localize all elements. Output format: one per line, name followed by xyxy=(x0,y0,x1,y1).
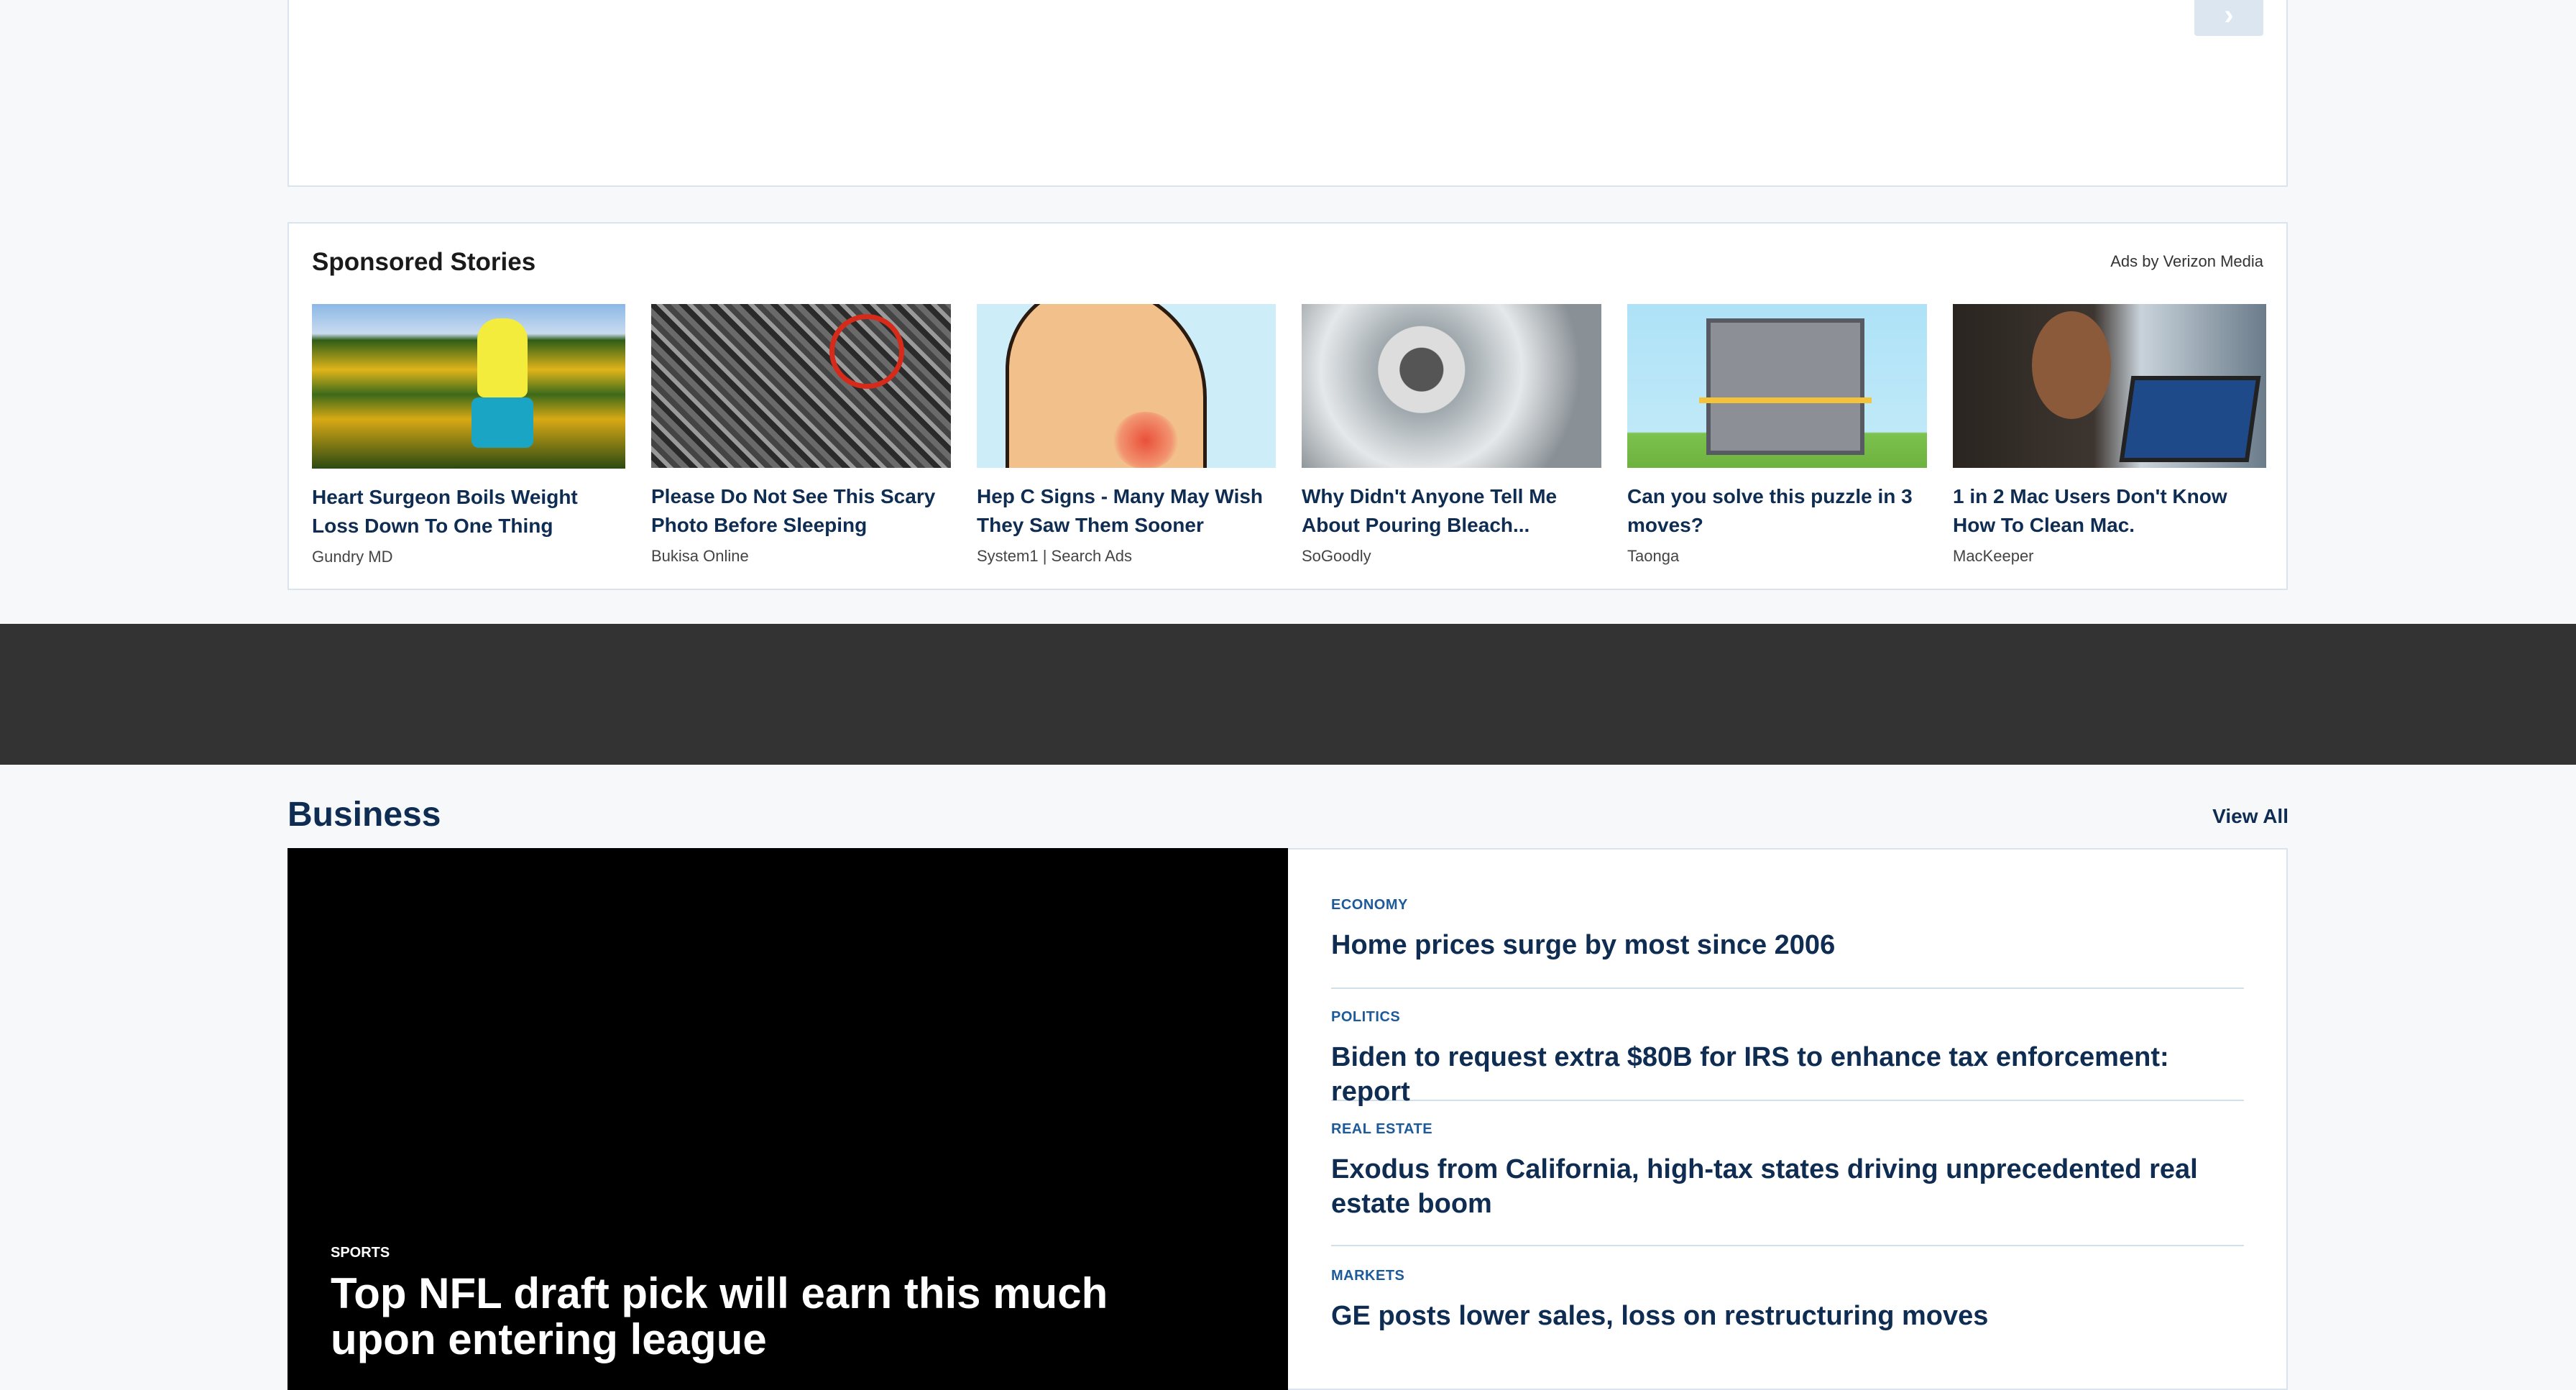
carousel-next-button[interactable]: › xyxy=(2194,0,2263,36)
article-item[interactable]: ECONOMY Home prices surge by most since … xyxy=(1331,897,2244,989)
sponsored-story[interactable]: 1 in 2 Mac Users Don't Know How To Clean… xyxy=(1953,304,2266,566)
sponsored-title: Sponsored Stories xyxy=(312,248,536,276)
story-title[interactable]: Why Didn't Anyone Tell Me About Pouring … xyxy=(1302,482,1601,540)
ads-by-label[interactable]: Ads by Verizon Media xyxy=(2110,252,2263,271)
sponsored-stories: Sponsored Stories Ads by Verizon Media H… xyxy=(288,222,2288,590)
story-image[interactable] xyxy=(977,304,1276,468)
article-title[interactable]: GE posts lower sales, loss on restructur… xyxy=(1331,1299,2244,1333)
sponsored-story[interactable]: Please Do Not See This Scary Photo Befor… xyxy=(651,304,951,566)
sponsored-story[interactable]: Heart Surgeon Boils Weight Loss Down To … xyxy=(312,304,625,566)
article-title[interactable]: Exodus from California, high-tax states … xyxy=(1331,1152,2244,1221)
story-title[interactable]: Please Do Not See This Scary Photo Befor… xyxy=(651,482,951,540)
story-source: SoGoodly xyxy=(1302,547,1371,565)
article-title[interactable]: Biden to request extra $80B for IRS to e… xyxy=(1331,1040,2244,1109)
view-all-link[interactable]: View All xyxy=(2212,805,2288,828)
video-category[interactable]: SPORTS xyxy=(331,1245,390,1261)
sponsored-story[interactable]: Why Didn't Anyone Tell Me About Pouring … xyxy=(1302,304,1601,566)
story-image[interactable] xyxy=(651,304,951,468)
video-title[interactable]: Top NFL draft pick will earn this much u… xyxy=(331,1271,1193,1363)
article-item[interactable]: MARKETS GE posts lower sales, loss on re… xyxy=(1331,1268,2244,1360)
story-title[interactable]: 1 in 2 Mac Users Don't Know How To Clean… xyxy=(1953,482,2266,540)
story-image[interactable] xyxy=(1302,304,1601,468)
section-title-business[interactable]: Business xyxy=(288,795,441,834)
article-category[interactable]: ECONOMY xyxy=(1331,897,2244,913)
ad-banner-band xyxy=(0,624,2576,765)
story-source: Gundry MD xyxy=(312,548,393,566)
story-source: System1 | Search Ads xyxy=(977,547,1133,565)
story-source: Taonga xyxy=(1627,547,1680,565)
article-item[interactable]: REAL ESTATE Exodus from California, high… xyxy=(1331,1121,2244,1246)
story-title[interactable]: Heart Surgeon Boils Weight Loss Down To … xyxy=(312,483,625,540)
chevron-right-icon: › xyxy=(2224,0,2234,31)
story-image[interactable] xyxy=(312,304,625,469)
business-article-list: ECONOMY Home prices surge by most since … xyxy=(1288,848,2288,1390)
sponsored-story[interactable]: Can you solve this puzzle in 3 moves? Ta… xyxy=(1627,304,1927,566)
story-title[interactable]: Hep C Signs - Many May Wish They Saw The… xyxy=(977,482,1276,540)
article-category[interactable]: MARKETS xyxy=(1331,1268,2244,1284)
sponsored-story[interactable]: Hep C Signs - Many May Wish They Saw The… xyxy=(977,304,1276,566)
article-category[interactable]: REAL ESTATE xyxy=(1331,1121,2244,1138)
top-carousel-card: › xyxy=(288,0,2288,187)
story-source: MacKeeper xyxy=(1953,547,2034,565)
article-title[interactable]: Home prices surge by most since 2006 xyxy=(1331,928,2244,962)
story-image[interactable] xyxy=(1627,304,1927,468)
story-image[interactable] xyxy=(1953,304,2266,468)
article-item[interactable]: POLITICS Biden to request extra $80B for… xyxy=(1331,1009,2244,1107)
featured-video[interactable]: SPORTS Top NFL draft pick will earn this… xyxy=(288,848,1288,1390)
story-title[interactable]: Can you solve this puzzle in 3 moves? xyxy=(1627,482,1927,540)
story-source: Bukisa Online xyxy=(651,547,749,565)
article-category[interactable]: POLITICS xyxy=(1331,1009,2244,1026)
